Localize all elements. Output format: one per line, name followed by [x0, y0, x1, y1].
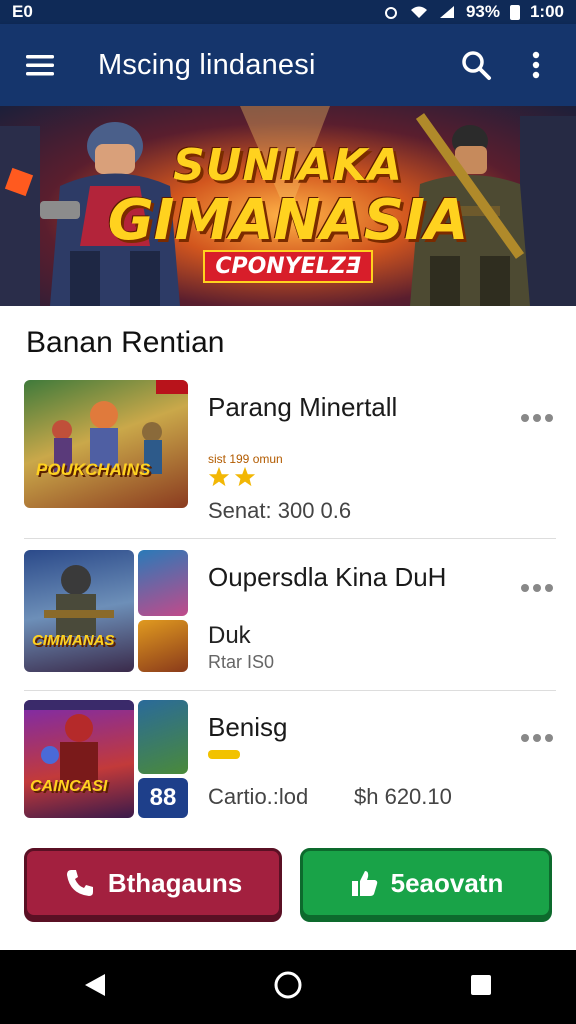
- rating-text: sist 199 omun: [208, 452, 283, 466]
- item-title: Oupersdla Kina DuH: [208, 562, 447, 592]
- game-thumbnail-small: [138, 550, 188, 616]
- item-meta: Senat: 300 0.6: [208, 498, 352, 523]
- phone-icon: [66, 870, 93, 896]
- section-title: Banan Rentian: [26, 326, 225, 359]
- thumbnail-label: CAINCASI: [30, 778, 108, 795]
- signal-icon: [439, 6, 454, 18]
- item-more-button[interactable]: [520, 570, 554, 601]
- search-button[interactable]: [456, 45, 496, 85]
- item-subtitle: Duk: [208, 622, 251, 649]
- call-action-button[interactable]: Bthagauns: [24, 848, 282, 918]
- alarm-icon: [384, 7, 397, 19]
- back-icon: [85, 973, 105, 996]
- app-title: Mscing lindanesi: [98, 48, 316, 81]
- system-navigation-bar: [0, 950, 576, 1024]
- recents-button[interactable]: [469, 973, 493, 1002]
- star-rating: [208, 466, 256, 493]
- more-horiz-icon: [521, 414, 553, 422]
- wifi-icon: [410, 6, 427, 18]
- confirm-action-button[interactable]: 5eaovatn: [300, 848, 552, 918]
- more-horiz-icon: [521, 584, 553, 592]
- battery-icon: [509, 4, 520, 20]
- item-more-button[interactable]: [520, 720, 554, 751]
- item-price: $h 620.10: [354, 784, 452, 809]
- star-icon: [208, 466, 230, 487]
- star-icon: [235, 466, 256, 487]
- home-icon: [274, 971, 302, 998]
- divider: [24, 538, 556, 539]
- home-button[interactable]: [273, 970, 303, 1005]
- battery-percent: 93%: [465, 2, 500, 21]
- list-item[interactable]: POUKCHAINS Parang Minertall sist 199 omu…: [24, 380, 556, 523]
- banner-subtitle: CPONYELZƎ: [0, 250, 576, 283]
- recents-icon: [471, 974, 491, 995]
- count-badge: 88: [138, 778, 188, 818]
- more-vert-icon: [532, 51, 540, 79]
- confirm-action-label: 5eaovatn: [390, 867, 504, 898]
- menu-icon: [26, 55, 54, 76]
- game-thumbnail: CIMMANAS: [24, 550, 134, 672]
- clock: 1:00: [529, 2, 564, 21]
- more-horiz-icon: [521, 734, 553, 742]
- game-thumbnail-small: [138, 620, 188, 672]
- game-thumbnail: CAINCASI: [24, 700, 134, 818]
- list-item[interactable]: CAINCASI 88 Benisg Cartio.:lod $h 620.10: [24, 700, 556, 820]
- item-title: Parang Minertall: [208, 392, 398, 422]
- menu-button[interactable]: [20, 45, 60, 85]
- list-item[interactable]: CIMMANAS Oupersdla Kina DuH Duk Rtar IS0: [24, 550, 556, 674]
- status-notification-text: E0: [12, 2, 33, 21]
- banner-title-line2: GIMANASIA: [107, 188, 469, 253]
- thumbnail-label: CIMMANAS: [32, 632, 115, 649]
- divider: [24, 690, 556, 691]
- back-button[interactable]: [83, 972, 107, 1003]
- app-bar: Mscing lindanesi: [0, 24, 576, 106]
- item-more-button[interactable]: [520, 400, 554, 431]
- search-icon: [462, 51, 491, 80]
- item-meta: Rtar IS0: [208, 652, 275, 672]
- item-meta-left: Cartio.:lod: [208, 784, 309, 809]
- call-action-label: Bthagauns: [107, 867, 243, 898]
- game-thumbnail: POUKCHAINS: [24, 380, 188, 508]
- overflow-menu-button[interactable]: [516, 45, 556, 85]
- item-title: Benisg: [208, 712, 288, 742]
- game-thumbnail-small: [138, 700, 188, 774]
- progress-indicator: [208, 750, 240, 759]
- banner-title-line1: SUNIAKA: [173, 140, 403, 191]
- status-bar: E0 93% 1:00: [0, 0, 576, 24]
- thumbs-up-icon: [351, 871, 377, 896]
- featured-banner[interactable]: SUNIAKA GIMANASIA CPONYELZƎ: [0, 106, 576, 306]
- thumbnail-label: POUKCHAINS: [36, 460, 151, 479]
